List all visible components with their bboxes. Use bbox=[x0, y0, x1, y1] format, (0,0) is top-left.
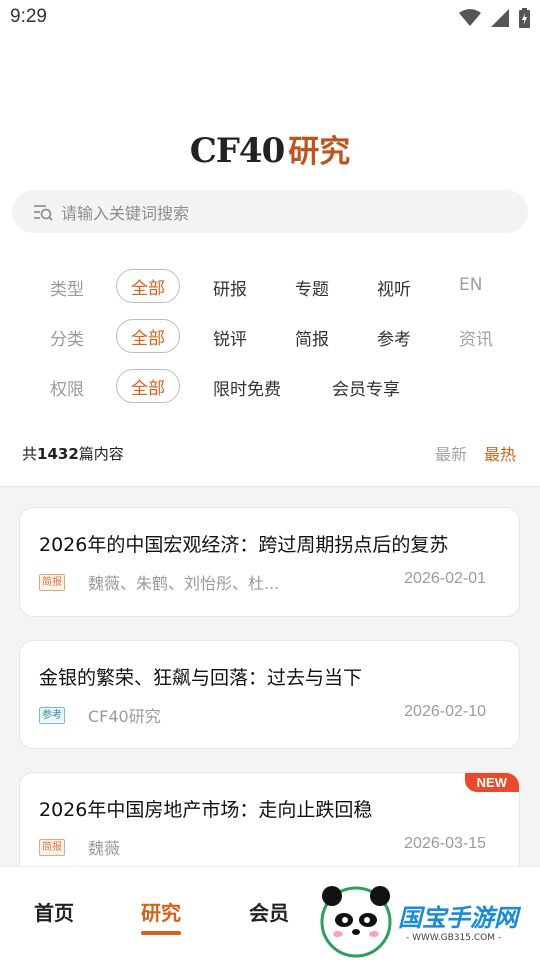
article-list: 2026年的中国宏观经济：跨过周期拐点后的复苏 简报 魏薇、朱鹤、刘怡彤、杜..… bbox=[0, 486, 540, 867]
article-date: 2026-02-10 bbox=[404, 703, 486, 720]
filter-type-all[interactable]: 全部 bbox=[116, 269, 180, 303]
filter-access-limited-free[interactable]: 限时免费 bbox=[213, 375, 281, 400]
filter-category-reference[interactable]: 参考 bbox=[377, 325, 411, 350]
filter-row-access: 权限 全部 限时免费 会员专享 bbox=[0, 369, 540, 405]
search-bar[interactable]: 请输入关键词搜索 bbox=[12, 190, 528, 233]
nav-active-indicator bbox=[141, 931, 181, 935]
article-tag: 简报 bbox=[39, 574, 65, 591]
new-badge: NEW bbox=[464, 773, 519, 792]
article-title[interactable]: 2026年的中国宏观经济：跨过周期拐点后的复苏 bbox=[39, 530, 448, 557]
article-authors: CF40研究 bbox=[88, 707, 161, 726]
status-bar: 9:29 bbox=[0, 0, 540, 36]
nav-research[interactable]: 研究 bbox=[141, 897, 181, 926]
result-count: 共1432篇内容 bbox=[22, 443, 124, 464]
watermark-text: 国宝手游网 bbox=[398, 904, 518, 932]
filter-category-commentary[interactable]: 锐评 bbox=[213, 325, 247, 350]
article-tag: 参考 bbox=[39, 707, 65, 724]
article-authors: 魏薇、朱鹤、刘怡彤、杜... bbox=[88, 574, 280, 593]
article-date: 2026-02-01 bbox=[404, 570, 486, 587]
filter-access-all[interactable]: 全部 bbox=[116, 369, 180, 403]
status-icons bbox=[459, 8, 530, 28]
article-tag: 简报 bbox=[39, 839, 65, 856]
watermark-url: - WWW.GB315.COM - bbox=[406, 933, 502, 943]
logo-text-cn: 研究 bbox=[288, 134, 351, 170]
filter-category-all[interactable]: 全部 bbox=[116, 319, 180, 353]
article-card[interactable]: 金银的繁荣、狂飙与回落：过去与当下 参考 CF40研究 2026-02-10 bbox=[19, 640, 520, 749]
filter-label-type: 类型 bbox=[50, 280, 84, 300]
filter-category-news[interactable]: 资讯 bbox=[459, 325, 493, 350]
filter-row-category: 分类 全部 锐评 简报 参考 资讯 bbox=[0, 319, 540, 355]
sort-hot-button[interactable]: 最热 bbox=[484, 441, 516, 465]
filter-type-en[interactable]: EN bbox=[459, 275, 482, 295]
filter-type-research-report[interactable]: 研报 bbox=[213, 275, 247, 300]
sort-latest-button[interactable]: 最新 bbox=[435, 441, 467, 465]
nav-membership[interactable]: 会员 bbox=[249, 897, 289, 926]
logo-text-en: CF40 bbox=[189, 131, 286, 171]
article-card[interactable]: 2026年的中国宏观经济：跨过周期拐点后的复苏 简报 魏薇、朱鹤、刘怡彤、杜..… bbox=[19, 507, 520, 617]
app-logo: CF40 研究 bbox=[0, 126, 540, 171]
site-watermark: 国宝手游网 - WWW.GB315.COM - bbox=[316, 880, 540, 960]
search-input[interactable]: 请输入关键词搜索 bbox=[61, 200, 189, 224]
article-date: 2026-03-15 bbox=[404, 835, 486, 852]
count-suffix: 篇内容 bbox=[78, 445, 124, 463]
filter-type-topic[interactable]: 专题 bbox=[295, 275, 329, 300]
filter-label-access: 权限 bbox=[50, 380, 84, 400]
cellular-signal-icon bbox=[491, 9, 509, 27]
filter-label-category: 分类 bbox=[50, 330, 84, 350]
wifi-icon bbox=[459, 9, 481, 26]
status-time: 9:29 bbox=[10, 6, 47, 27]
search-list-icon bbox=[34, 204, 53, 221]
article-authors: 魏薇 bbox=[88, 839, 121, 858]
count-number: 1432 bbox=[37, 445, 79, 463]
filter-row-type: 类型 全部 研报 专题 视听 EN bbox=[0, 269, 540, 305]
filter-access-members-only[interactable]: 会员专享 bbox=[332, 375, 400, 400]
count-prefix: 共 bbox=[22, 445, 38, 463]
article-title[interactable]: 2026年中国房地产市场：走向止跌回稳 bbox=[39, 795, 372, 822]
panda-logo-icon bbox=[320, 886, 392, 958]
filter-category-brief[interactable]: 简报 bbox=[295, 325, 329, 350]
nav-home[interactable]: 首页 bbox=[34, 897, 74, 926]
battery-charging-icon bbox=[519, 8, 530, 28]
article-card[interactable]: NEW 2026年中国房地产市场：走向止跌回稳 简报 魏薇 2026-03-15 bbox=[19, 772, 520, 867]
filter-type-audio-video[interactable]: 视听 bbox=[377, 275, 411, 300]
article-title[interactable]: 金银的繁荣、狂飙与回落：过去与当下 bbox=[39, 663, 362, 690]
